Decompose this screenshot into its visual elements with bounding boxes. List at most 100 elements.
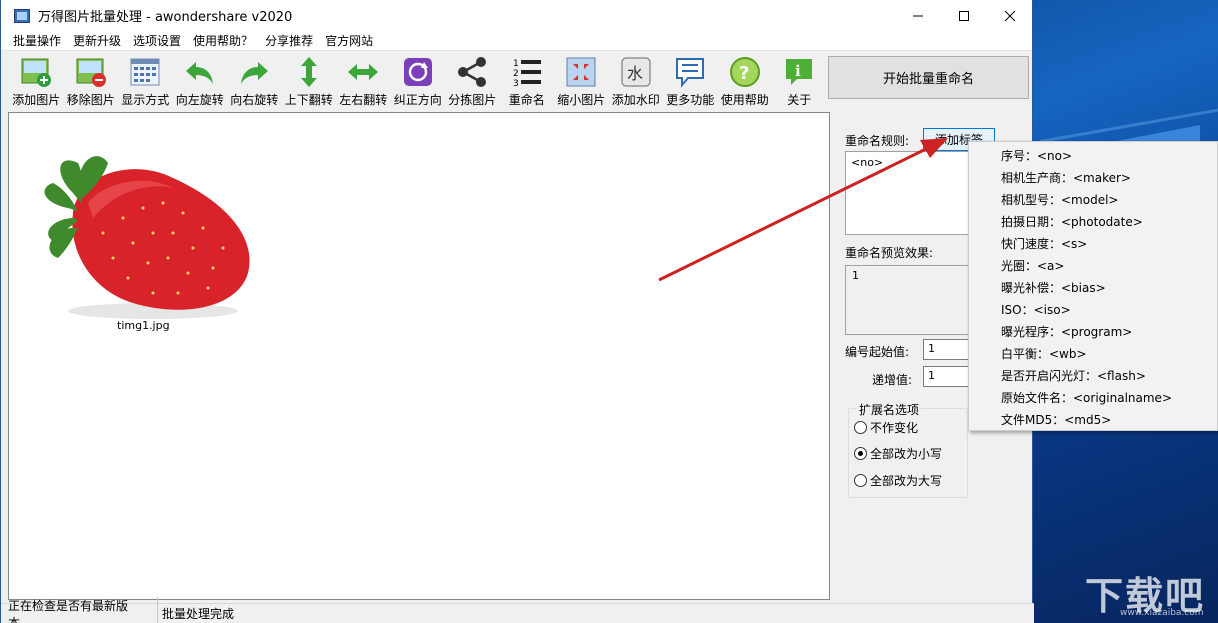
increment-input[interactable]: 1 [923, 366, 969, 387]
about-button[interactable]: i 关于 [772, 52, 827, 108]
menu-update[interactable]: 更新升级 [67, 32, 127, 49]
extension-options-group: 扩展名选项 不作变化 全部改为小写 全部改为大写 [848, 401, 968, 498]
help-button[interactable]: ? 使用帮助 [718, 52, 773, 108]
shrink-icon [565, 56, 597, 88]
maximize-button[interactable] [941, 0, 987, 31]
more-chat-icon [674, 56, 706, 88]
menu-item-iso[interactable]: ISO：<iso> [1001, 301, 1071, 318]
close-button[interactable] [987, 0, 1033, 31]
flip-horizontal-icon [347, 56, 379, 88]
radio-icon [854, 474, 867, 487]
menu-item-bias[interactable]: 曝光补偿：<bias> [1001, 279, 1106, 296]
rename-preview-label: 重命名预览效果: [845, 246, 934, 260]
shrink-image-button[interactable]: 缩小图片 [554, 52, 609, 108]
start-number-label: 编号起始值: [845, 345, 910, 359]
tool-label: 向左旋转 [175, 93, 224, 107]
info-icon: i [783, 56, 815, 88]
radio-label: 全部改为大写 [870, 474, 943, 488]
start-number-input[interactable]: 1 [923, 339, 969, 360]
radio-label: 全部改为小写 [870, 447, 943, 461]
rename-preview-box: 1 [845, 265, 969, 335]
flip-vertical-button[interactable]: 上下翻转 [282, 52, 337, 108]
minimize-button[interactable] [895, 0, 941, 31]
tool-label: 显示方式 [121, 93, 170, 107]
rotate-right-icon [238, 56, 270, 88]
menu-options[interactable]: 选项设置 [127, 32, 187, 49]
status-bar: 正在检查是否有最新版本..... 批量处理完成 [1, 596, 1034, 623]
help-icon: ? [729, 56, 761, 88]
status-update-check: 正在检查是否有最新版本..... [1, 596, 158, 623]
extension-options-legend: 扩展名选项 [857, 401, 922, 418]
menu-item-flash[interactable]: 是否开启闪光灯：<flash> [1001, 367, 1146, 384]
watermark-url: www.xiazaiba.com [1120, 608, 1204, 618]
tool-label: 纠正方向 [393, 93, 442, 107]
add-watermark-button[interactable]: 水 添加水印 [609, 52, 664, 108]
rotate-right-button[interactable]: 向右旋转 [227, 52, 282, 108]
app-window: 万得图片批量处理 - awondershare v2020 批量操作 更新升级 … [0, 0, 1034, 623]
grid-view-icon [129, 56, 161, 88]
sort-images-button[interactable]: 分拣图片 [445, 52, 500, 108]
rename-rule-textarea[interactable]: <no> [845, 151, 969, 235]
svg-text:3: 3 [513, 79, 519, 88]
radio-uppercase[interactable]: 全部改为大写 [854, 472, 942, 489]
maximize-icon [959, 10, 969, 21]
radio-selected-icon [854, 447, 867, 460]
title-bar[interactable]: 万得图片批量处理 - awondershare v2020 [1, 0, 1032, 31]
image-thumbnail[interactable] [33, 133, 253, 323]
radio-no-change[interactable]: 不作变化 [854, 419, 918, 436]
numbered-list-icon: 123 [511, 56, 543, 88]
tool-label: 添加水印 [611, 93, 660, 107]
tool-label: 添加图片 [12, 93, 61, 107]
remove-image-icon [75, 56, 107, 88]
display-mode-button[interactable]: 显示方式 [118, 52, 173, 108]
close-icon [1004, 10, 1016, 21]
tool-label: 使用帮助 [720, 93, 769, 107]
menu-item-no[interactable]: 序号：<no> [1001, 147, 1072, 164]
menu-bar: 批量操作 更新升级 选项设置 使用帮助？ 分享推荐 官方网站 [1, 31, 1032, 51]
svg-text:1: 1 [513, 59, 519, 69]
tool-label: 重命名 [508, 93, 545, 107]
tool-label: 移除图片 [66, 93, 115, 107]
tool-label: 分拣图片 [448, 93, 497, 107]
menu-item-wb[interactable]: 白平衡：<wb> [1001, 345, 1087, 362]
tool-label: 上下翻转 [284, 93, 333, 107]
tag-dropdown-menu: 序号：<no> 相机生产商：<maker> 相机型号：<model> 拍摄日期：… [968, 141, 1218, 431]
tool-label: 更多功能 [666, 93, 715, 107]
remove-image-button[interactable]: 移除图片 [64, 52, 119, 108]
menu-item-model[interactable]: 相机型号：<model> [1001, 191, 1118, 208]
menu-batch[interactable]: 批量操作 [7, 32, 67, 49]
menu-item-originalname[interactable]: 原始文件名：<originalname> [1001, 389, 1172, 406]
menu-help[interactable]: 使用帮助？ [187, 32, 259, 49]
radio-lowercase[interactable]: 全部改为小写 [854, 445, 942, 462]
tool-label: 左右翻转 [339, 93, 388, 107]
radio-label: 不作变化 [870, 421, 919, 435]
menu-item-md5[interactable]: 文件MD5：<md5> [1001, 411, 1111, 428]
start-batch-rename-button[interactable]: 开始批量重命名 [828, 56, 1029, 99]
add-image-icon [20, 56, 52, 88]
menu-item-maker[interactable]: 相机生产商：<maker> [1001, 169, 1131, 186]
tool-label: 缩小图片 [557, 93, 606, 107]
menu-share[interactable]: 分享推荐 [259, 32, 319, 49]
increment-label: 递增值: [872, 373, 913, 387]
share-sort-icon [456, 56, 488, 88]
tool-label: 关于 [787, 93, 812, 107]
rename-rule-label: 重命名规则: [845, 134, 910, 148]
radio-icon [854, 421, 867, 434]
menu-item-program[interactable]: 曝光程序：<program> [1001, 323, 1132, 340]
image-filename: timg1.jpg [117, 319, 170, 332]
more-features-button[interactable]: 更多功能 [663, 52, 718, 108]
image-list-area[interactable]: timg1.jpg [8, 112, 830, 600]
watermark-icon: 水 [620, 56, 652, 88]
add-image-button[interactable]: 添加图片 [9, 52, 64, 108]
minimize-icon [913, 15, 923, 16]
app-icon [14, 8, 30, 23]
rename-button[interactable]: 123 重命名 [500, 52, 555, 108]
rotate-left-button[interactable]: 向左旋转 [173, 52, 228, 108]
menu-item-shutter[interactable]: 快门速度：<s> [1001, 235, 1087, 252]
flip-horizontal-button[interactable]: 左右翻转 [336, 52, 391, 108]
menu-website[interactable]: 官方网站 [319, 32, 379, 49]
menu-item-photodate[interactable]: 拍摄日期：<photodate> [1001, 213, 1143, 230]
menu-item-aperture[interactable]: 光圈：<a> [1001, 257, 1064, 274]
correct-orientation-button[interactable]: 纠正方向 [391, 52, 446, 108]
correct-orientation-icon [402, 56, 434, 88]
